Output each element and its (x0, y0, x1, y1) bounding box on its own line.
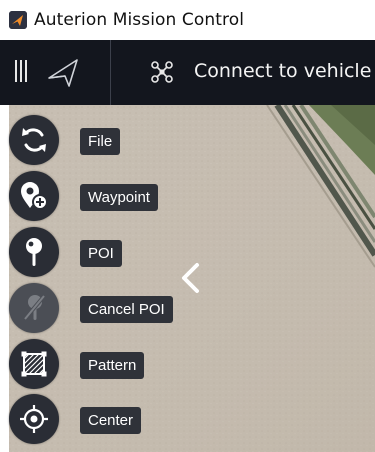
cancel-poi-button[interactable] (9, 283, 59, 333)
window-title: Auterion Mission Control (34, 10, 245, 30)
pattern-label: Pattern (80, 352, 145, 379)
menu-icon[interactable] (15, 60, 33, 82)
poi-label: POI (80, 240, 122, 267)
cancel-poi-label: Cancel POI (80, 296, 173, 323)
plan-view-icon[interactable] (43, 52, 83, 92)
waypoint-button[interactable] (9, 171, 59, 221)
file-label: File (80, 128, 121, 155)
main-toolbar: Connect to vehicle (0, 40, 375, 105)
waypoint-add-icon (21, 182, 48, 210)
window-titlebar: Auterion Mission Control (0, 0, 375, 40)
waypoint-tool[interactable]: Waypoint (9, 171, 209, 221)
center-tool[interactable]: Center (9, 394, 209, 444)
refresh-icon (22, 128, 46, 152)
poi-button[interactable] (9, 227, 59, 277)
waypoint-label: Waypoint (80, 184, 158, 211)
pattern-button[interactable] (9, 339, 59, 389)
poi-pin-icon (26, 238, 42, 266)
connect-to-vehicle-label[interactable]: Connect to vehicle (194, 60, 371, 82)
pattern-icon (21, 351, 47, 377)
cancel-poi-icon (22, 293, 47, 322)
file-tool[interactable]: File (9, 115, 209, 165)
toolbar-left-section (0, 40, 111, 105)
center-button[interactable] (9, 394, 59, 444)
crosshair-icon (20, 405, 48, 433)
pattern-tool[interactable]: Pattern (9, 339, 209, 389)
drone-icon (151, 61, 173, 83)
app-logo-icon (9, 11, 27, 29)
center-label: Center (80, 407, 142, 434)
chevron-left-icon[interactable] (177, 261, 203, 295)
file-button[interactable] (9, 115, 59, 165)
